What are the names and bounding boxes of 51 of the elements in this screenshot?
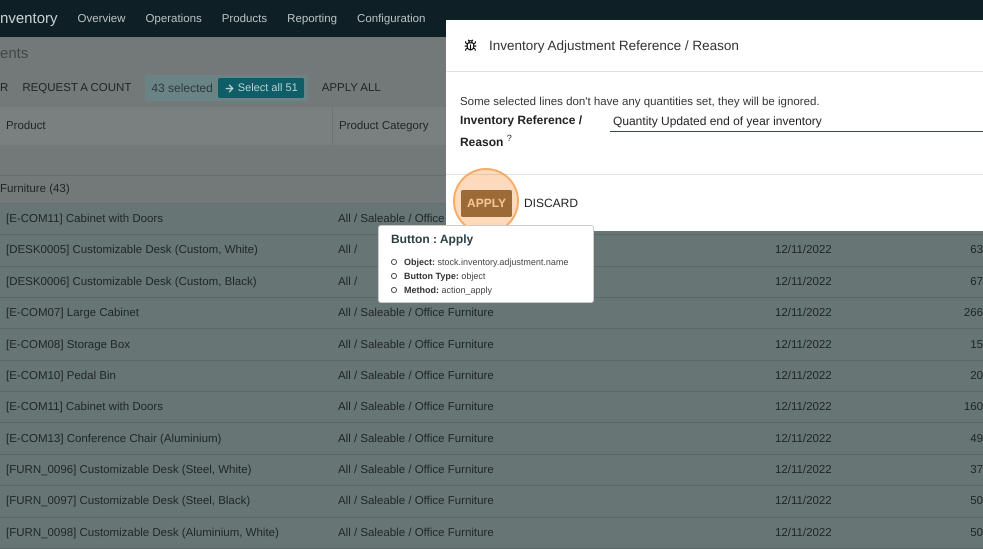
category-cell-text: All / (337, 276, 358, 288)
product-cell-text: [DESK0006] Customizable Desk (Custom, Black) (5, 276, 257, 288)
date-cell-text: 12/11/2022 (774, 338, 832, 351)
date-cell-text: 12/11/2022 (774, 370, 832, 382)
quantity-cell-text: 50 (969, 495, 983, 508)
quantity-cell-text: 37 (969, 464, 983, 476)
product-cell-text: [E-COM11] Cabinet with Doors (5, 213, 164, 226)
date-cell-text: 12/11/2022 (774, 401, 832, 414)
product-cell-text: [FURN_0097] Customizable Desk (Steel, Black) (5, 495, 250, 508)
quantity-cell-text: 67 (969, 276, 983, 288)
app-title: nventory (0, 10, 58, 27)
dialog-title: Inventory Adjustment Reference / Reason (489, 38, 739, 53)
quantity-cell-text: 50 (969, 526, 983, 539)
category-cell-text: All / Saleable / Office Furniture (337, 495, 494, 508)
product-cell-text: [E-COM10] Pedal Bin (5, 370, 116, 382)
quantity-cell-text: 20 (969, 370, 983, 382)
category-cell-text: All / Saleable / Office Furniture (337, 526, 494, 539)
date-cell-text: 12/11/2022 (774, 526, 832, 539)
quantity-cell-text: 160 (962, 401, 983, 414)
category-cell-text: All / (337, 244, 358, 256)
tooltip-detail: Object: stock.inventory.adjustment.name (404, 257, 568, 267)
category-cell-text: All / Saleable / Office Furniture (337, 432, 494, 445)
product-cell-text: [DESK0005] Customizable Desk (Custom, White) (5, 244, 258, 256)
tooltip-detail: Method: action_apply (404, 285, 492, 295)
category-cell-text: All / Saleable / Office (337, 213, 445, 226)
category-cell-text: All / Saleable / Office Furniture (337, 338, 494, 351)
quantity-cell-text: 15 (969, 338, 983, 351)
product-cell-text: [E-COM13] Conference Chair (Aluminium) (5, 432, 222, 445)
selected-count: 43 selected (151, 81, 213, 96)
tooltip-detail: Button Type: object (404, 271, 486, 281)
date-cell-text: 12/11/2022 (774, 244, 832, 256)
field-label: Inventory Reference / Reason $^{?}$ (460, 112, 584, 151)
product-cell-text: [FURN_0096] Customizable Desk (Steel, White) (5, 464, 252, 476)
quantity-cell-text: 266 (962, 307, 983, 320)
product-cell-text: [FURN_0098] Customizable Desk (Aluminium, White) (5, 526, 279, 539)
category-cell-text: All / Saleable / Office Furniture (337, 401, 494, 414)
date-cell-text: 12/11/2022 (774, 276, 832, 288)
dialog-message: Some selected lines don't have any quantities set, they will be ignored. (460, 96, 821, 108)
category-cell-text: All / Saleable / Office Furniture (337, 307, 494, 320)
category-cell-text: All / Saleable / Office Furniture (337, 370, 494, 382)
date-cell-text: 12/11/2022 (774, 432, 832, 445)
product-cell-text: [E-COM07] Large Cabinet (5, 307, 139, 320)
date-cell-text: 12/11/2022 (774, 464, 832, 476)
product-cell-text: [E-COM11] Cabinet with Doors (5, 401, 164, 414)
tooltip-title: Button : Apply (391, 232, 474, 246)
product-cell-text: [E-COM08] Storage Box (5, 338, 130, 351)
quantity-cell-text: 63 (969, 244, 983, 256)
date-cell-text: 12/11/2022 (774, 307, 832, 320)
quantity-cell-text: 49 (969, 432, 983, 445)
date-cell-text: 12/11/2022 (774, 495, 832, 508)
category-cell-text: All / Saleable / Office Furniture (337, 464, 494, 476)
